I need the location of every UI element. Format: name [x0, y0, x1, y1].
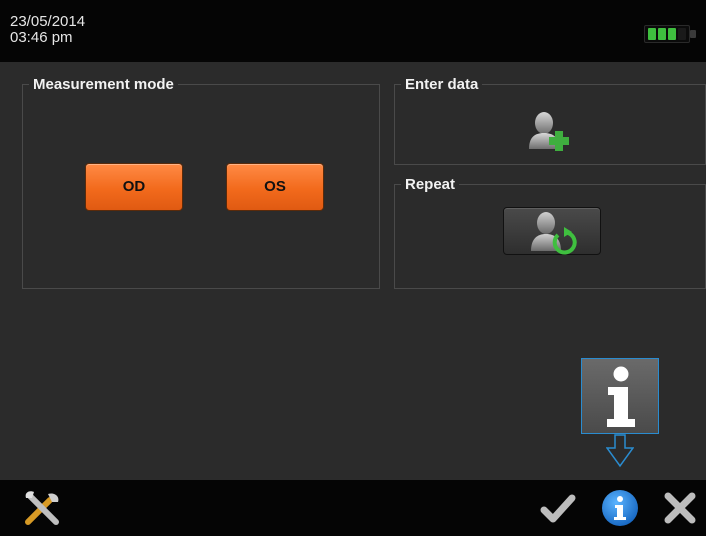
measurement-mode-title: Measurement mode [29, 76, 178, 94]
add-patient-icon[interactable] [527, 109, 573, 153]
repeat-button[interactable] [503, 207, 601, 255]
repeat-patient-icon [531, 212, 577, 255]
time-text: 03:46 pm [10, 29, 73, 46]
bottom-toolbar [0, 480, 706, 536]
enter-data-panel: Enter data [394, 76, 706, 165]
close-icon[interactable] [660, 488, 700, 528]
info-overlay[interactable] [581, 358, 659, 434]
repeat-title: Repeat [401, 176, 460, 194]
date-text: 23/05/2014 [10, 13, 86, 30]
enter-data-title: Enter data [401, 76, 483, 94]
status-bar: 23/05/2014 03:46 pm [0, 0, 706, 62]
check-icon[interactable] [538, 488, 578, 528]
od-button[interactable]: OD [85, 163, 183, 211]
measurement-mode-panel: Measurement mode OD OS [22, 76, 380, 289]
info-icon[interactable] [600, 488, 640, 528]
repeat-panel: Repeat [394, 176, 706, 289]
battery-icon [644, 25, 696, 43]
os-button[interactable]: OS [226, 163, 324, 211]
info-large-icon [607, 366, 635, 427]
tools-icon[interactable] [22, 488, 62, 528]
arrow-down-icon [606, 434, 634, 468]
